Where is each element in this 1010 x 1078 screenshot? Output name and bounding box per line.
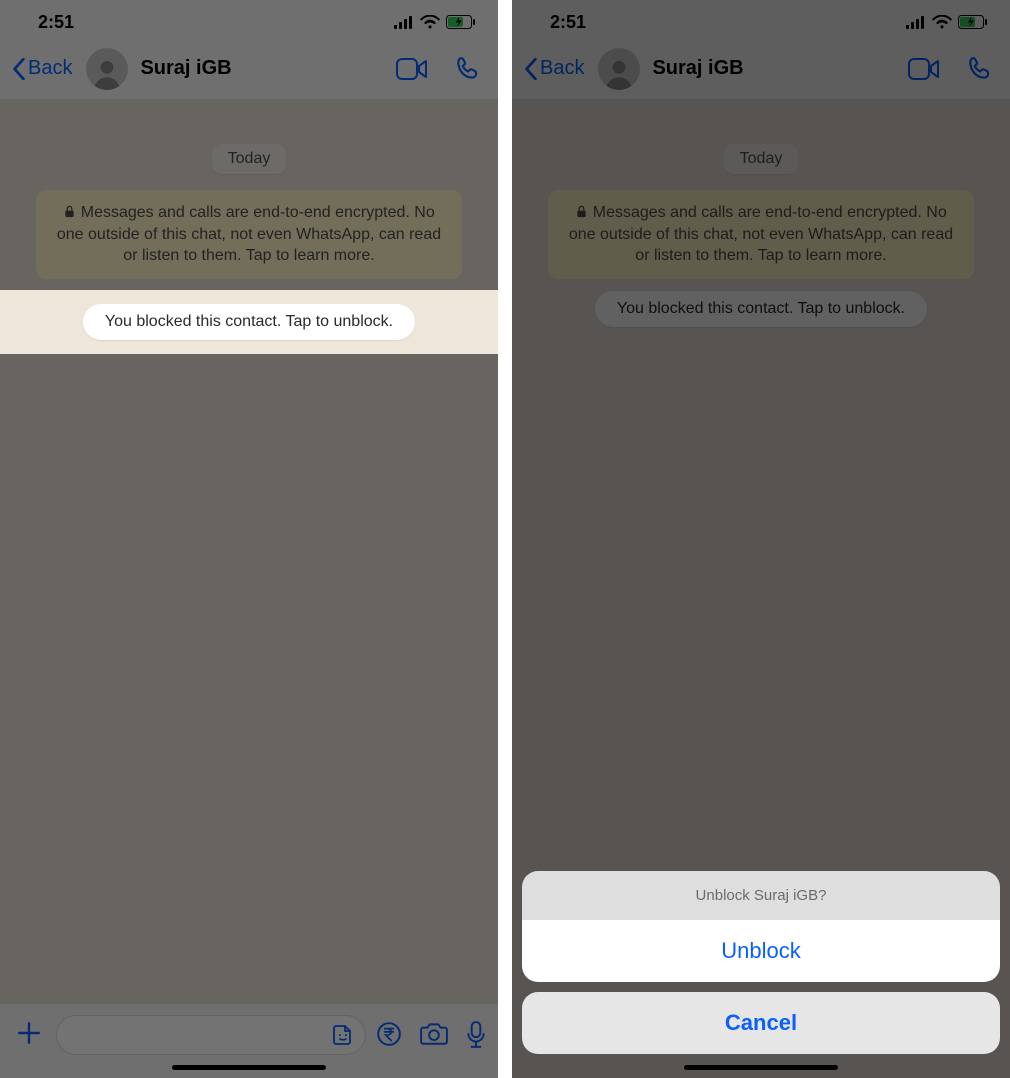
chevron-left-icon xyxy=(12,58,26,80)
chat-nav-bar: Back Suraj iGB xyxy=(512,38,1010,100)
video-call-icon[interactable] xyxy=(396,58,428,80)
home-indicator[interactable] xyxy=(684,1065,838,1070)
action-sheet: Unblock Suraj iGB? Unblock Cancel xyxy=(522,871,1000,1054)
status-time: 2:51 xyxy=(38,12,74,33)
cellular-icon xyxy=(394,16,414,29)
status-bar: 2:51 xyxy=(0,0,498,38)
highlighted-region: You blocked this contact. Tap to unblock… xyxy=(0,290,498,354)
unblock-button[interactable]: Unblock xyxy=(522,920,1000,982)
cellular-icon xyxy=(906,16,926,29)
encryption-text: Messages and calls are end-to-end encryp… xyxy=(569,204,953,264)
blocked-notice[interactable]: You blocked this contact. Tap to unblock… xyxy=(83,304,415,340)
phone-screenshot-right: 2:51 Back Suraj iGB Today Messages and c… xyxy=(512,0,1010,1078)
chevron-left-icon xyxy=(524,58,538,80)
lock-icon xyxy=(575,205,588,218)
contact-name[interactable]: Suraj iGB xyxy=(652,57,908,80)
chat-area[interactable]: Today Messages and calls are end-to-end … xyxy=(0,144,498,1048)
action-sheet-title: Unblock Suraj iGB? xyxy=(522,871,1000,920)
message-input[interactable] xyxy=(56,1015,366,1055)
status-icons xyxy=(394,15,476,29)
back-button[interactable]: Back xyxy=(524,57,584,80)
encryption-notice[interactable]: Messages and calls are end-to-end encryp… xyxy=(36,190,462,279)
wifi-icon xyxy=(420,15,440,29)
battery-charging-icon xyxy=(958,15,988,29)
attach-button[interactable] xyxy=(12,1016,46,1055)
video-call-icon[interactable] xyxy=(908,58,940,80)
sticker-icon[interactable] xyxy=(331,1023,355,1047)
action-sheet-group: Unblock Suraj iGB? Unblock xyxy=(522,871,1000,982)
wifi-icon xyxy=(932,15,952,29)
back-label: Back xyxy=(28,57,72,80)
contact-avatar[interactable] xyxy=(86,48,128,90)
status-bar: 2:51 xyxy=(512,0,1010,38)
phone-screenshot-left: 2:51 Back Suraj iGB Today Messages and c… xyxy=(0,0,498,1078)
lock-icon xyxy=(63,205,76,218)
contact-name[interactable]: Suraj iGB xyxy=(140,57,396,80)
voice-call-icon[interactable] xyxy=(966,56,992,82)
back-label: Back xyxy=(540,57,584,80)
contact-avatar[interactable] xyxy=(598,48,640,90)
battery-charging-icon xyxy=(446,15,476,29)
avatar-placeholder-icon xyxy=(90,56,124,90)
avatar-placeholder-icon xyxy=(602,56,636,90)
rupee-icon[interactable] xyxy=(376,1021,402,1047)
mic-icon[interactable] xyxy=(466,1021,486,1049)
status-time: 2:51 xyxy=(550,12,586,33)
plus-icon xyxy=(16,1020,42,1046)
home-indicator[interactable] xyxy=(172,1065,326,1070)
back-button[interactable]: Back xyxy=(12,57,72,80)
chat-nav-bar: Back Suraj iGB xyxy=(0,38,498,100)
encryption-notice[interactable]: Messages and calls are end-to-end encryp… xyxy=(548,190,974,279)
cancel-button[interactable]: Cancel xyxy=(522,992,1000,1054)
status-icons xyxy=(906,15,988,29)
date-separator: Today xyxy=(724,144,799,174)
camera-icon[interactable] xyxy=(420,1021,448,1045)
blocked-notice[interactable]: You blocked this contact. Tap to unblock… xyxy=(595,291,927,327)
voice-call-icon[interactable] xyxy=(454,56,480,82)
encryption-text: Messages and calls are end-to-end encryp… xyxy=(57,204,441,264)
date-separator: Today xyxy=(212,144,287,174)
